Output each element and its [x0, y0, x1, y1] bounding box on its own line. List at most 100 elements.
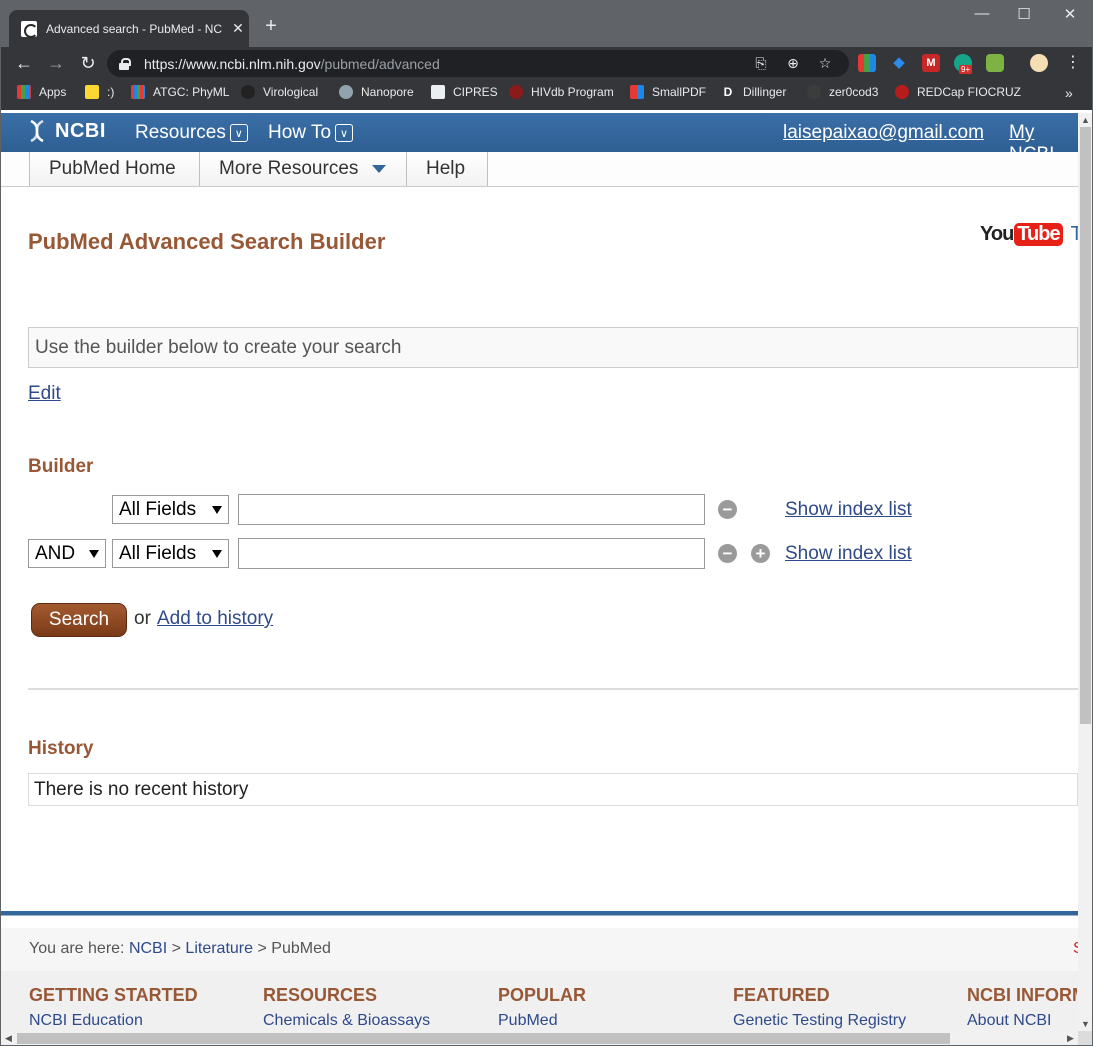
bookmark-atgc[interactable]: ATGC: PhyML	[131, 85, 229, 99]
breadcrumb-prefix: You are here:	[29, 940, 125, 957]
builder-heading: Builder	[28, 456, 94, 477]
maximize-icon[interactable]: ☐	[1009, 5, 1039, 23]
operator-select-row2[interactable]: AND	[28, 539, 106, 568]
address-bar[interactable]: https://www.ncbi.nlm.nih.gov/pubmed/adva…	[107, 50, 849, 77]
bookmark-smiley[interactable]: :)	[85, 85, 114, 99]
ncbi-header: NCBI Resources ∨ How To ∨ laisepaixao@gm…	[1, 113, 1078, 165]
edit-link[interactable]: Edit	[28, 383, 61, 405]
profile-avatar[interactable]	[1030, 54, 1048, 72]
bookmark-nanopore[interactable]: Nanopore	[339, 85, 414, 99]
bookmark-virological[interactable]: Virological	[241, 85, 318, 99]
resources-menu[interactable]: Resources ∨	[135, 122, 248, 144]
vertical-scroll-thumb[interactable]	[1080, 127, 1091, 724]
extension-color-icon[interactable]	[858, 54, 876, 72]
breadcrumb-ncbi-link[interactable]: NCBI	[129, 940, 167, 957]
footer-divider	[1, 911, 1078, 916]
more-resources-label: More Resources	[219, 158, 359, 179]
footer-col-resources: RESOURCES Chemicals & Bioassays	[263, 985, 430, 1030]
vertical-scrollbar[interactable]: ▲ ▼	[1078, 113, 1092, 1031]
url-path: /pubmed/advanced	[320, 55, 440, 72]
help-label: Help	[426, 158, 466, 179]
show-index-link-row2[interactable]: Show index list	[785, 543, 912, 565]
remove-row-icon[interactable]: −	[718, 544, 737, 563]
footer-link[interactable]: PubMed	[498, 1012, 586, 1030]
horizontal-scrollbar[interactable]: ◀ ▶	[1, 1031, 1078, 1045]
dropdown-arrow-icon	[89, 549, 99, 558]
scroll-down-icon[interactable]: ▼	[1078, 1019, 1092, 1029]
bookmark-label: CIPRES	[453, 85, 498, 99]
more-resources-menu[interactable]: More Resources	[199, 152, 407, 186]
dropdown-arrow-icon	[212, 505, 222, 514]
bookmarks-more-icon[interactable]: »	[1065, 85, 1073, 101]
bookmark-hivdb[interactable]: HIVdb Program	[509, 85, 614, 99]
cipres-icon	[431, 85, 445, 99]
forward-icon[interactable]: →	[44, 51, 68, 75]
footer-link[interactable]: Chemicals & Bioassays	[263, 1012, 430, 1030]
search-button[interactable]: Search	[31, 603, 127, 637]
horizontal-scroll-thumb[interactable]	[17, 1033, 950, 1044]
or-text: or	[134, 608, 151, 629]
reload-icon[interactable]: ↻	[76, 51, 100, 75]
youtube-logo-tube: Tube	[1014, 223, 1063, 246]
search-query-box[interactable]: Use the builder below to create your sea…	[28, 327, 1078, 368]
add-to-history-link[interactable]: Add to history	[157, 608, 273, 630]
bookmark-dillinger[interactable]: D Dillinger	[721, 85, 786, 99]
youtube-logo-you: You	[980, 223, 1014, 245]
bookmark-zer0cod3[interactable]: zer0cod3	[807, 85, 878, 99]
breadcrumb-separator: >	[171, 940, 181, 957]
browser-toolbar: ← → ↻ https://www.ncbi.nlm.nih.gov/pubme…	[1, 47, 1092, 79]
dropdown-arrow-icon	[212, 549, 222, 558]
dropbox-icon[interactable]: ◆	[890, 54, 908, 72]
bookmark-redcap[interactable]: REDCap FIOCRUZ	[895, 85, 1021, 99]
show-index-link-row1[interactable]: Show index list	[785, 499, 912, 521]
bookmark-cipres[interactable]: CIPRES	[431, 85, 498, 99]
new-tab-icon[interactable]: +	[259, 14, 283, 38]
github-icon	[807, 85, 821, 99]
tab-close-icon[interactable]: ✕	[227, 20, 249, 37]
bookmark-star-icon[interactable]: ☆	[816, 55, 834, 72]
add-row-icon[interactable]: +	[751, 544, 770, 563]
bookmarks-bar: Apps :) ATGC: PhyML Virological Nanopore…	[1, 79, 1092, 110]
scroll-up-icon[interactable]: ▲	[1078, 115, 1092, 125]
back-icon[interactable]: ←	[12, 51, 36, 75]
extension-puzzle-icon[interactable]	[986, 54, 1004, 72]
field-select-row1[interactable]: All Fields	[112, 495, 229, 524]
youtube-tutorial-link[interactable]: You Tube Tu	[980, 223, 1092, 246]
field-select-row2[interactable]: All Fields	[112, 539, 229, 568]
divider	[28, 688, 1078, 690]
zoom-icon[interactable]: ⊕	[784, 55, 802, 72]
resources-label: Resources	[135, 122, 226, 143]
term-input-row2[interactable]	[238, 538, 705, 569]
ncbi-logo[interactable]: NCBI	[25, 119, 106, 143]
bookmark-smallpdf[interactable]: SmallPDF	[630, 85, 706, 99]
howto-menu[interactable]: How To ∨	[268, 122, 354, 144]
smallpdf-icon	[630, 85, 644, 99]
hivdb-icon	[509, 85, 523, 99]
help-link[interactable]: Help	[406, 152, 488, 186]
tab-title: Advanced search - PubMed - NC	[46, 21, 223, 36]
lock-icon	[119, 57, 131, 70]
footer-col-popular: POPULAR PubMed	[498, 985, 586, 1030]
footer-heading: GETTING STARTED	[29, 985, 198, 1005]
translate-icon[interactable]: ⎘	[752, 55, 770, 72]
scroll-right-icon[interactable]: ▶	[1063, 1031, 1078, 1045]
breadcrumb-literature-link[interactable]: Literature	[185, 940, 253, 957]
mendeley-icon[interactable]: M	[922, 54, 940, 72]
field-select-value: All Fields	[119, 498, 197, 520]
pubmed-home-link[interactable]: PubMed Home	[29, 152, 200, 186]
howto-label: How To	[268, 122, 332, 143]
user-account-link[interactable]: laisepaixao@gmail.com	[783, 122, 984, 144]
bookmark-apps[interactable]: Apps	[17, 85, 66, 99]
footer-link[interactable]: Genetic Testing Registry	[733, 1012, 906, 1030]
close-window-icon[interactable]: ✕	[1055, 5, 1085, 23]
history-empty-message: There is no recent history	[28, 773, 1078, 806]
scroll-left-icon[interactable]: ◀	[1, 1031, 16, 1045]
footer-link[interactable]: About NCBI	[967, 1012, 1077, 1030]
extension-badge: 9+	[959, 65, 973, 74]
term-input-row1[interactable]	[238, 494, 705, 525]
browser-tab[interactable]: Advanced search - PubMed - NC ✕	[9, 10, 249, 47]
remove-row-icon[interactable]: −	[718, 500, 737, 519]
minimize-icon[interactable]: —	[967, 5, 997, 22]
browser-menu-icon[interactable]: ⋮	[1061, 51, 1085, 75]
footer-link[interactable]: NCBI Education	[29, 1012, 198, 1030]
